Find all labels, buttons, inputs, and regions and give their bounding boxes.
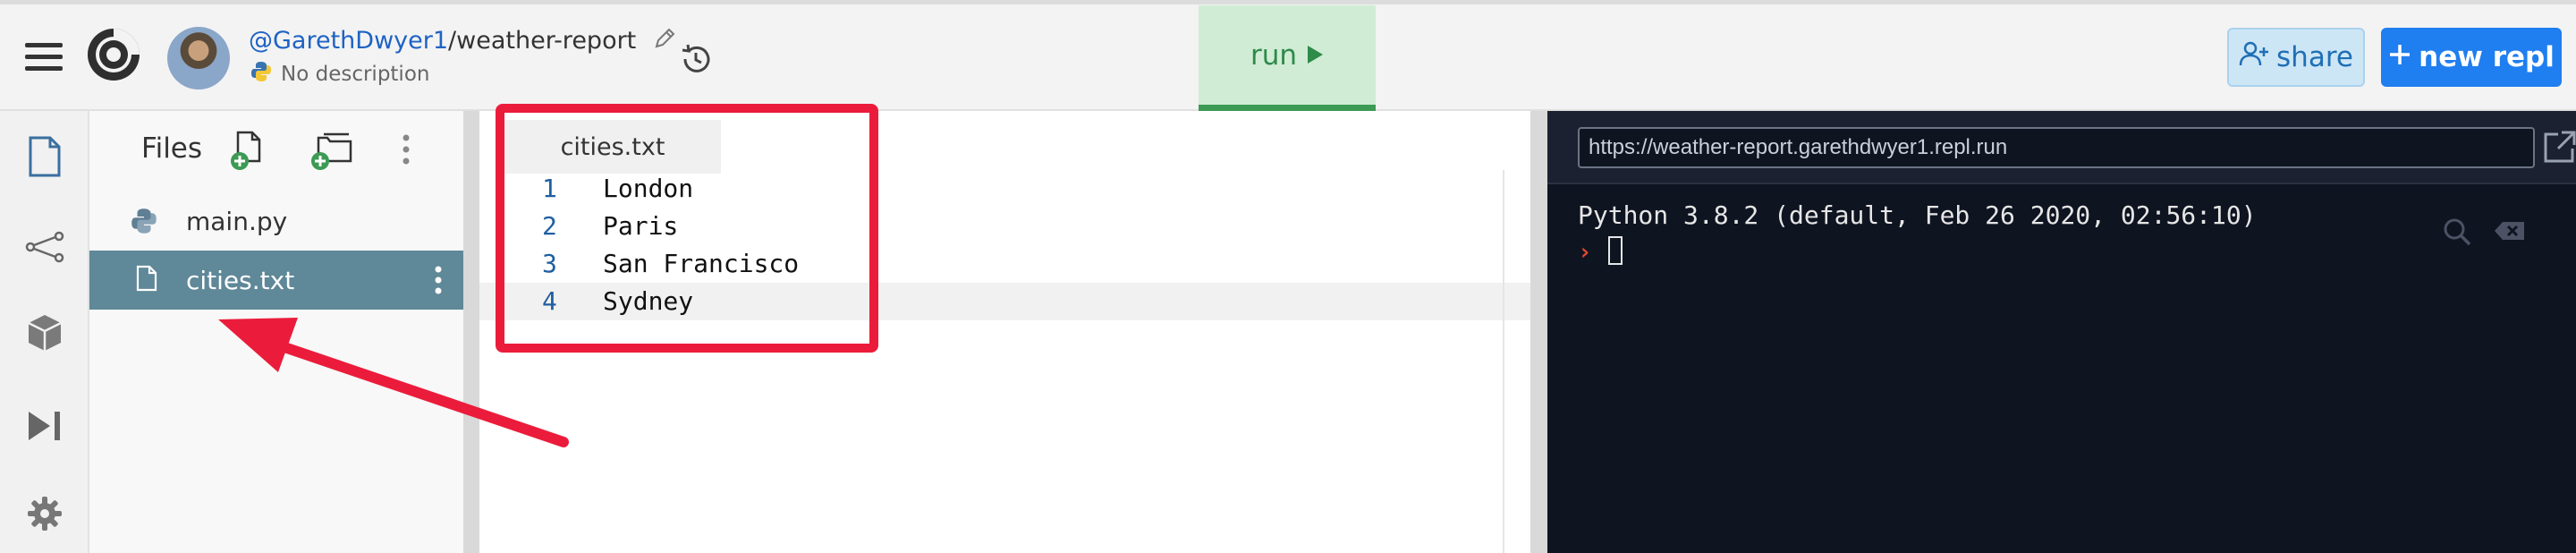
- repl-url-field[interactable]: https://weather-report.garethdwyer1.repl…: [1578, 127, 2535, 168]
- file-icon: [136, 265, 157, 298]
- new-file-icon[interactable]: [229, 131, 268, 175]
- package-icon[interactable]: [27, 313, 63, 356]
- more-icon[interactable]: [402, 134, 410, 168]
- new-repl-button[interactable]: new repl: [2381, 28, 2562, 87]
- run-label: run: [1250, 38, 1298, 72]
- play-icon: [1306, 39, 1324, 72]
- console-cursor: [1608, 236, 1623, 265]
- share-label: share: [2276, 41, 2353, 73]
- avatar[interactable]: [167, 27, 230, 89]
- run-button[interactable]: run: [1199, 5, 1376, 111]
- replit-logo[interactable]: [86, 27, 141, 82]
- add-user-icon: [2239, 40, 2269, 74]
- owner-link[interactable]: @GarethDwyer1: [249, 27, 448, 55]
- clear-icon[interactable]: [2494, 220, 2526, 245]
- files-panel: Files main.py cities.txt: [89, 111, 463, 553]
- file-icon[interactable]: [27, 136, 63, 181]
- annotation-highlight-box: [496, 104, 878, 353]
- plus-icon: [2388, 41, 2411, 73]
- search-icon[interactable]: [2442, 217, 2472, 251]
- sidebar-rail: [0, 111, 89, 553]
- share-nodes-icon[interactable]: [25, 231, 64, 267]
- repl-title[interactable]: @GarethDwyer1/weather-report: [249, 27, 676, 56]
- file-item-main-py[interactable]: main.py: [89, 191, 463, 251]
- description-text: No description: [281, 63, 430, 86]
- open-external-icon[interactable]: [2542, 129, 2576, 168]
- pane-splitter[interactable]: [463, 111, 479, 553]
- pencil-icon[interactable]: [653, 27, 676, 56]
- files-title: Files: [141, 132, 203, 165]
- debugger-icon[interactable]: [27, 410, 63, 446]
- python-banner: Python 3.8.2 (default, Feb 26 2020, 02:5…: [1578, 200, 2257, 230]
- history-icon[interactable]: [678, 41, 714, 77]
- settings-icon[interactable]: [27, 496, 63, 535]
- description[interactable]: No description: [250, 61, 429, 88]
- console-panel[interactable]: https://weather-report.garethdwyer1.repl…: [1547, 111, 2576, 553]
- path-separator: /: [448, 27, 457, 55]
- pane-splitter[interactable]: [1530, 111, 1547, 553]
- repl-name: weather-report: [456, 27, 637, 55]
- top-bar: @GarethDwyer1/weather-report No descript…: [0, 0, 2576, 111]
- file-name: cities.txt: [186, 265, 295, 295]
- new-folder-icon[interactable]: [309, 131, 354, 175]
- share-button[interactable]: share: [2227, 28, 2365, 87]
- python-icon: [131, 208, 157, 241]
- prompt-chevron: ›: [1578, 239, 1592, 266]
- new-repl-label: new repl: [2419, 41, 2555, 73]
- python-icon: [250, 61, 272, 88]
- console-toolbar: https://weather-report.garethdwyer1.repl…: [1547, 111, 2576, 184]
- more-icon[interactable]: [435, 266, 442, 301]
- file-name: main.py: [186, 206, 288, 236]
- menu-icon[interactable]: [25, 43, 63, 72]
- file-item-cities-txt[interactable]: cities.txt: [89, 251, 463, 310]
- editor-ruler: [1503, 170, 1504, 553]
